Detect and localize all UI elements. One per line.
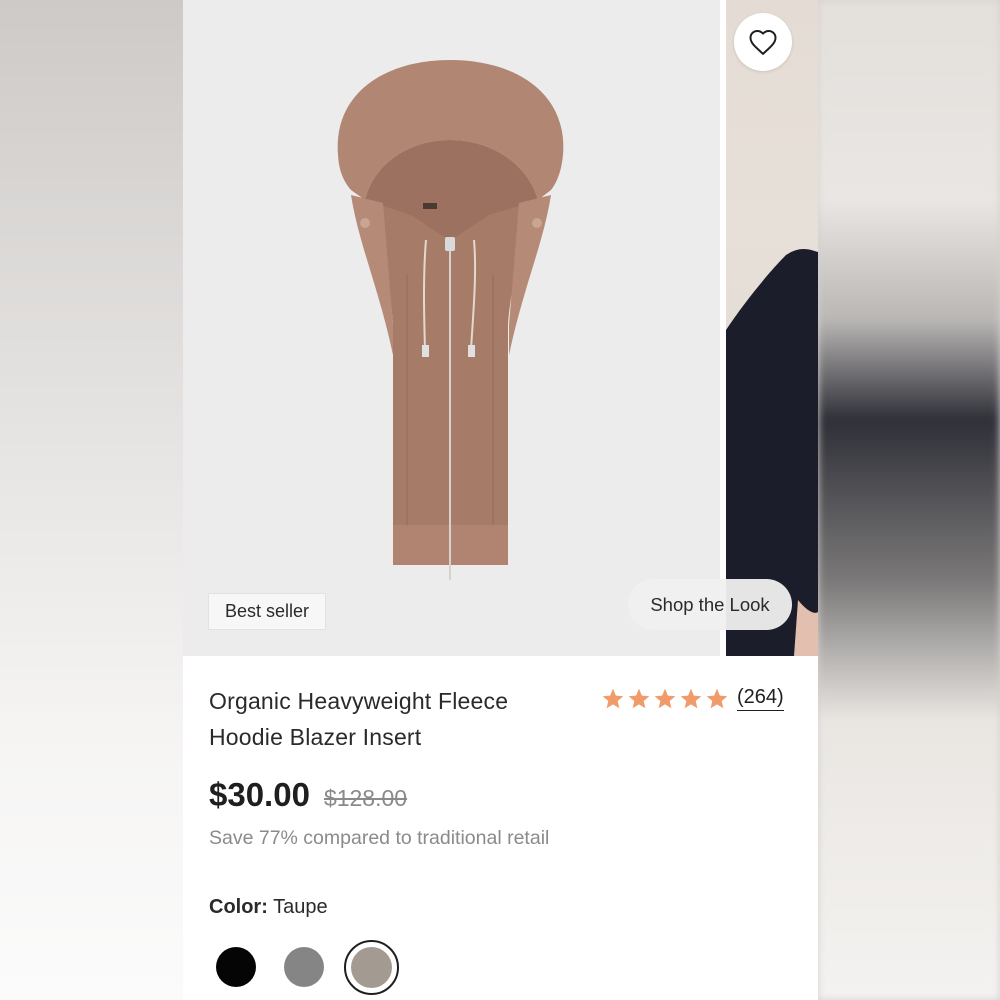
savings-text: Save 77% compared to traditional retail: [209, 827, 550, 849]
shop-the-look-button[interactable]: Shop the Look: [628, 579, 792, 630]
color-swatch-black[interactable]: [216, 947, 256, 987]
star-icon: [654, 688, 676, 708]
product-page: Best seller Shop the Look Organic Heavyw…: [183, 0, 818, 1000]
color-label: Color:: [209, 896, 268, 918]
product-title-line-1: Organic Heavyweight Fleece: [209, 688, 509, 714]
star-icon: [680, 688, 702, 708]
selected-color-name: Taupe: [273, 896, 328, 918]
product-title-line-2: Hoodie Blazer Insert: [209, 724, 422, 750]
color-swatch-taupe[interactable]: [351, 947, 392, 988]
star-icon: [602, 688, 624, 708]
original-price: $128.00: [323, 785, 408, 811]
color-swatch-gray[interactable]: [284, 947, 324, 987]
best-seller-badge: Best seller: [208, 593, 326, 630]
wishlist-button[interactable]: [734, 13, 792, 71]
rating-summary[interactable]: (264): [601, 686, 784, 711]
backdrop-right: [818, 0, 1000, 1000]
hoodie-insert-image: [337, 60, 564, 580]
review-count-link[interactable]: (264): [737, 686, 784, 711]
color-selection-label: Color: Taupe: [209, 896, 328, 919]
backdrop-left: [0, 0, 183, 1000]
image-gallery[interactable]: Best seller Shop the Look: [183, 0, 818, 656]
lifestyle-image-slide[interactable]: [726, 0, 818, 656]
product-image-slide[interactable]: [183, 0, 720, 656]
product-title: Organic Heavyweight Fleece Hoodie Blazer…: [209, 683, 589, 755]
star-icon: [706, 688, 728, 708]
star-icon: [628, 688, 650, 708]
heart-outline-icon: [749, 30, 777, 55]
model-image: [726, 248, 818, 656]
sale-price: $30.00: [209, 776, 310, 813]
price-row: $30.00 $128.00: [209, 776, 407, 814]
